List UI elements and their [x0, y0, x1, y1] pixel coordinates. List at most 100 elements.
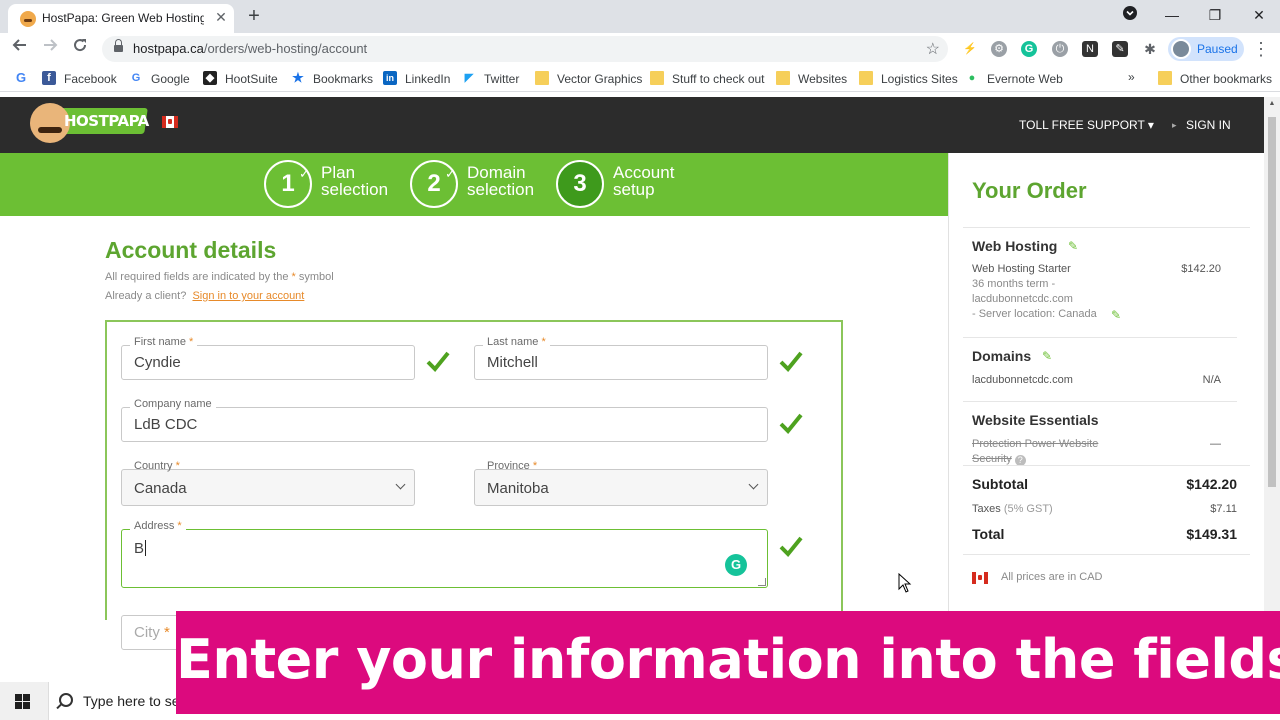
google-icon: G [15, 70, 27, 85]
bookmark-label: Logistics Sites [881, 72, 958, 86]
extensions-puzzle-icon[interactable]: ✱ [1142, 41, 1158, 57]
extension-gear-icon[interactable]: ⚙ [991, 41, 1007, 57]
facebook-icon: f [42, 71, 56, 85]
company-name-field[interactable]: Company name LdB CDC [121, 398, 768, 442]
domain-name: lacdubonnetcdc.com [972, 374, 1073, 386]
reload-button[interactable] [68, 37, 92, 61]
country-select[interactable]: Country * Canada [121, 460, 415, 506]
edit-pencil-icon[interactable]: ✎ [1111, 309, 1123, 321]
first-name-value: Cyndie [134, 354, 181, 371]
required-star: * [164, 624, 170, 641]
avatar [1171, 39, 1191, 59]
close-window-button[interactable]: ✕ [1247, 4, 1271, 26]
caption-text: Enter your information into the fields. [176, 628, 1280, 691]
label-text: Last name [487, 336, 539, 348]
browser-menu-icon[interactable]: ⋮ [1252, 39, 1270, 59]
bookmark-label: Twitter [484, 72, 520, 86]
search-placeholder: Type here to se [83, 693, 180, 709]
address-label: Address * [130, 520, 186, 532]
address-textarea[interactable]: Address * B G [121, 520, 768, 588]
province-select[interactable]: Province * Manitoba [474, 460, 768, 506]
minimize-button[interactable]: — [1160, 4, 1184, 26]
star-icon: ★ [292, 70, 304, 85]
canada-flag-icon [972, 572, 988, 584]
total-value: $149.31 [1186, 526, 1237, 542]
first-name-field[interactable]: First name * Cyndie [121, 336, 415, 380]
caption-banner: Enter your information into the fields. [176, 611, 1280, 714]
total-row: Total $149.31 [972, 526, 1237, 546]
bookmarks-overflow-button[interactable]: » [1128, 70, 1135, 88]
essentials-price: — [1210, 438, 1221, 450]
bookmark-star-icon[interactable]: ☆ [926, 39, 940, 59]
bookmark-label: Google [151, 72, 190, 86]
text-caret [145, 540, 147, 556]
hosting-server-location: - Server location: Canada [972, 308, 1097, 320]
back-button[interactable] [8, 37, 32, 61]
profile-button[interactable]: Paused [1168, 37, 1244, 61]
arrow-right-icon [44, 39, 58, 51]
grammarly-icon[interactable]: G [725, 554, 747, 576]
grammarly-extension-icon[interactable]: G [1021, 41, 1037, 57]
maximize-button[interactable]: ❐ [1203, 4, 1227, 26]
bookmark-label: Bookmarks [313, 72, 374, 86]
browser-toolbar: hostpapa.ca/orders/web-hosting/account ☆… [0, 33, 1280, 65]
hosting-plan: Web Hosting Starter [972, 263, 1071, 275]
last-name-value: Mitchell [487, 354, 538, 371]
address-bar[interactable]: hostpapa.ca/orders/web-hosting/account ☆ [102, 36, 948, 62]
sign-in-account-link[interactable]: Sign in to your account [192, 290, 304, 302]
extension-power-icon[interactable]: ⏻ [1052, 41, 1068, 57]
page-scrollbar[interactable]: ▲ [1264, 97, 1280, 611]
label-text: Province [487, 460, 530, 472]
city-field[interactable]: City * [121, 615, 183, 650]
twitter-icon: ◤ [464, 72, 474, 84]
last-name-field[interactable]: Last name * Mitchell [474, 336, 768, 380]
bookmark-label: Evernote Web [987, 72, 1063, 86]
reload-icon [74, 39, 87, 52]
step-label-line2: setup [613, 180, 655, 199]
folder-icon [535, 71, 549, 85]
label-text: First name [134, 336, 186, 348]
google-icon: G [131, 72, 141, 84]
forward-button[interactable] [38, 37, 62, 61]
first-name-label: First name * [130, 336, 198, 348]
essentials-item: Protection Power Website [972, 438, 1099, 450]
valid-checkmark-icon [779, 536, 803, 557]
arrow-left-icon [12, 39, 26, 51]
checkout-steps: 1 ✓ Plan selection 2 ✓ Domain selection 3 … [0, 153, 948, 216]
logo-text: HOSTPAPA [64, 112, 149, 130]
site-header: HOSTPAPA TOLL FREE SUPPORT ▾ ▸ SIGN IN [0, 97, 1264, 153]
bookmark-google-apps[interactable]: G [14, 70, 30, 88]
extension-bolt-icon[interactable]: ⚡ [962, 41, 978, 57]
windows-start-icon[interactable] [15, 694, 30, 709]
required-star: * [541, 336, 546, 348]
profile-dropdown-icon[interactable] [1118, 4, 1142, 26]
url-path: /orders/web-hosting/account [203, 41, 368, 56]
folder-icon [650, 71, 664, 85]
scrollbar-thumb[interactable] [1268, 117, 1276, 487]
help-icon[interactable]: ? [1014, 455, 1026, 465]
sign-in-link[interactable]: SIGN IN [1186, 118, 1231, 132]
edit-pencil-icon[interactable]: ✎ [1068, 240, 1080, 252]
browser-tab[interactable]: HostPapa: Green Web Hosting C ✕ [8, 4, 234, 33]
required-star: * [291, 271, 296, 283]
new-tab-button[interactable]: + [244, 6, 264, 26]
toll-free-support-menu[interactable]: TOLL FREE SUPPORT ▾ [1019, 118, 1154, 132]
chevron-down-icon [748, 479, 759, 490]
other-bookmarks-folder[interactable]: Other bookmarks [1158, 70, 1272, 88]
extension-n-icon[interactable]: N [1082, 41, 1098, 57]
folder-icon [859, 71, 873, 85]
edit-pencil-icon[interactable]: ✎ [1042, 350, 1054, 362]
order-section-website-essentials: Website Essentials Protection Power Webs… [963, 402, 1237, 465]
canada-flag-icon[interactable] [162, 116, 178, 128]
evernote-icon: ● [968, 72, 976, 84]
section-title: Website Essentials [972, 412, 1099, 428]
extension-pen-icon[interactable]: ✎ [1112, 41, 1128, 57]
scroll-up-arrow-icon[interactable]: ▲ [1264, 100, 1280, 107]
resize-handle[interactable] [758, 578, 766, 586]
taxes-row: Taxes (5% GST) $7.11 [972, 500, 1237, 520]
required-fields-note: All required fields are indicated by the… [105, 271, 334, 283]
close-tab-icon[interactable]: ✕ [213, 9, 229, 25]
linkedin-icon: in [383, 71, 397, 85]
logo-quad [15, 702, 22, 709]
hostpapa-favicon-icon [20, 11, 36, 27]
